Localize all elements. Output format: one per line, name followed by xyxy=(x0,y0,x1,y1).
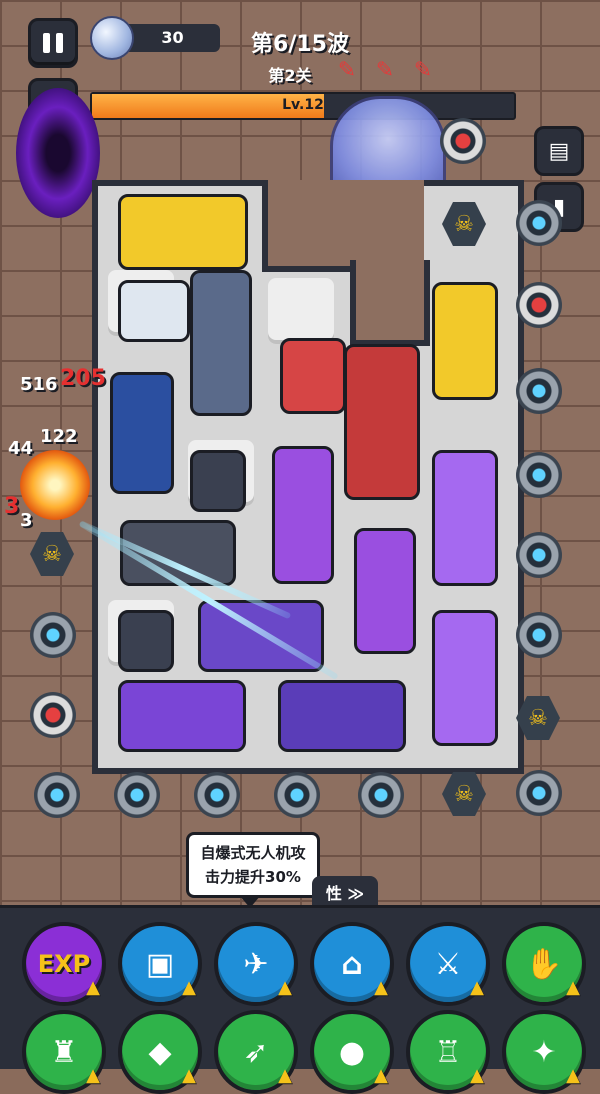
jet-launcher-unit[interactable] xyxy=(190,270,252,416)
syringe-icon: ✎ xyxy=(375,58,395,83)
turret-socket[interactable] xyxy=(516,532,562,578)
lightning-tower-unit[interactable] xyxy=(354,528,416,654)
syringe-icon: ✎ xyxy=(413,58,433,83)
skill-upgrade-button[interactable]: ✦ ▲ xyxy=(502,1010,586,1094)
gold-tower-icon: ♖ xyxy=(434,1034,462,1070)
energy-pad-unit[interactable] xyxy=(278,680,406,752)
blaster-icon: ✦ xyxy=(531,1034,557,1070)
skill-upgrade-button[interactable]: ✋ ▲ xyxy=(502,922,586,1006)
arrow-up-icon: ▲ xyxy=(278,977,292,998)
turret-socket[interactable] xyxy=(30,612,76,658)
radar-unit[interactable] xyxy=(118,280,190,342)
skill-upgrade-button[interactable]: ⌂ ▲ xyxy=(310,922,394,1006)
heavy-cannon-unit[interactable] xyxy=(344,344,420,500)
arrow-up-icon: ▲ xyxy=(182,1065,196,1086)
turret-socket[interactable] xyxy=(34,772,80,818)
cannon-icon: ● xyxy=(338,1034,366,1070)
xp-bar: Lv.12 xyxy=(90,92,516,120)
blade-icon: ⚔ xyxy=(434,946,462,982)
damage-number: 3 xyxy=(20,510,33,531)
turret-socket[interactable] xyxy=(274,772,320,818)
skill-upgrade-button[interactable]: ➶ ▲ xyxy=(214,1010,298,1094)
turret-socket[interactable] xyxy=(516,282,562,328)
arrow-up-icon: ▲ xyxy=(566,1065,580,1086)
laser-cannon-unit[interactable] xyxy=(110,372,174,494)
tooltip-line: 击力提升30% xyxy=(205,868,301,886)
shop-stall-icon: ⌂ xyxy=(341,946,363,982)
level-label: Lv.12 xyxy=(282,97,324,113)
arrow-up-icon: ▲ xyxy=(566,977,580,998)
wave-indicator: 第6/15波 xyxy=(251,32,349,57)
skill-upgrade-button[interactable]: EXP ▲ xyxy=(22,922,106,1006)
turret-socket[interactable] xyxy=(440,118,486,164)
syringe-icon: ✎ xyxy=(337,58,357,83)
book-button[interactable]: ▤ xyxy=(534,126,584,176)
board-notch xyxy=(350,260,430,346)
robot-hand-icon: ✋ xyxy=(525,946,563,982)
turret-socket[interactable] xyxy=(516,200,562,246)
skill-tooltip: 自爆式无人机攻 击力提升30% xyxy=(186,832,320,898)
drone-icon: ✈ xyxy=(243,946,269,982)
crystal-generator-unit[interactable] xyxy=(118,680,246,752)
skill-upgrade-button[interactable]: ▣ ▲ xyxy=(118,922,202,1006)
arrow-up-icon: ▲ xyxy=(374,977,388,998)
damage-number: 516 xyxy=(20,374,58,395)
turret-socket[interactable] xyxy=(194,772,240,818)
tooltip-line: 自爆式无人机攻 xyxy=(200,844,306,862)
damage-number: 205 xyxy=(60,366,106,391)
crystal-icon: ◆ xyxy=(148,1034,172,1070)
crystal-core-unit[interactable] xyxy=(118,194,248,270)
purple-mech-unit[interactable] xyxy=(432,610,498,746)
treasure-chest-icon: ▣ xyxy=(145,946,175,982)
damage-number: 122 xyxy=(40,426,78,447)
arrow-up-icon: ▲ xyxy=(374,1065,388,1086)
arrow-up-icon: ▲ xyxy=(182,977,196,998)
red-turret-unit[interactable] xyxy=(280,338,346,414)
purple-tesla-unit[interactable] xyxy=(272,446,334,584)
damage-number: 44 xyxy=(8,438,34,459)
attribute-tab[interactable]: 性 ≫ xyxy=(312,876,378,908)
stage-label: 第2关 xyxy=(268,66,312,85)
skill-upgrade-button[interactable]: ● ▲ xyxy=(310,1010,394,1094)
turret-socket[interactable] xyxy=(30,692,76,738)
arrow-up-icon: ▲ xyxy=(86,977,100,998)
purple-mech-unit[interactable] xyxy=(432,450,498,586)
arrow-up-icon: ▲ xyxy=(470,1065,484,1086)
arrow-up-icon: ▲ xyxy=(470,977,484,998)
pause-button[interactable] xyxy=(28,18,78,68)
enemy-portal xyxy=(16,88,100,218)
pause-icon xyxy=(43,33,50,53)
turret-socket[interactable] xyxy=(114,772,160,818)
skill-upgrade-button[interactable]: ✈ ▲ xyxy=(214,922,298,1006)
turret-socket[interactable] xyxy=(516,452,562,498)
skill-upgrade-button[interactable]: ♜ ▲ xyxy=(22,1010,106,1094)
exp-icon: EXP xyxy=(37,950,91,978)
board-tile[interactable] xyxy=(268,278,334,344)
tower-upgrade-icon: ♜ xyxy=(50,1034,78,1070)
skill-upgrade-button[interactable]: ♖ ▲ xyxy=(406,1010,490,1094)
mortar-unit[interactable] xyxy=(118,610,174,672)
turret-socket[interactable] xyxy=(516,612,562,658)
damage-number: 3 xyxy=(4,494,20,519)
turret-socket[interactable] xyxy=(358,772,404,818)
mortar-unit[interactable] xyxy=(190,450,246,512)
arrow-up-icon: ▲ xyxy=(278,1065,292,1086)
arrow-up-icon: ▲ xyxy=(86,1065,100,1086)
book-icon: ▤ xyxy=(548,138,570,164)
gem-count: 30 xyxy=(161,28,184,47)
board-notch xyxy=(262,180,424,272)
missile-icon: ➶ xyxy=(243,1034,269,1070)
skill-upgrade-button[interactable]: ⚔ ▲ xyxy=(406,922,490,1006)
turret-socket[interactable] xyxy=(516,368,562,414)
gold-tower-unit[interactable] xyxy=(432,282,498,400)
turret-socket[interactable] xyxy=(516,770,562,816)
gem-icon xyxy=(90,16,134,60)
skill-upgrade-button[interactable]: ◆ ▲ xyxy=(118,1010,202,1094)
